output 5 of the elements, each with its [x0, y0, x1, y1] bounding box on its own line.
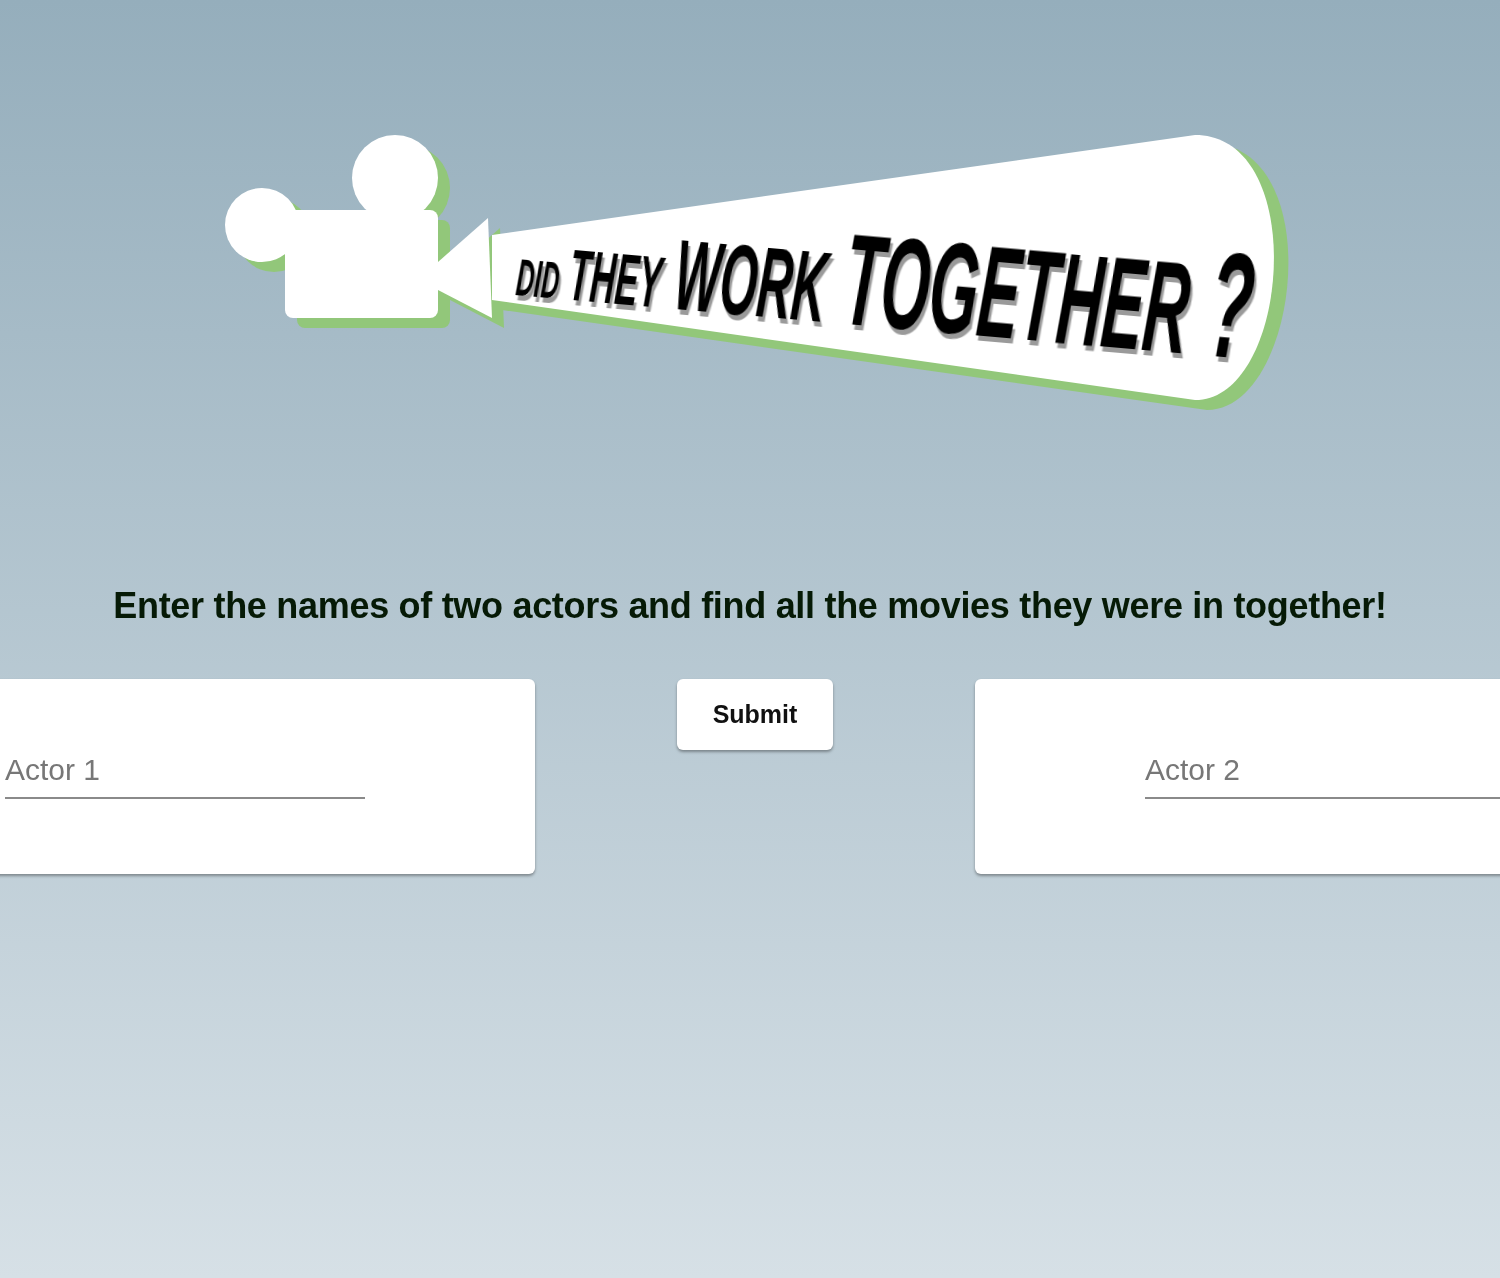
logo-title: DID THEY WORK TOGETHER ? — [514, 206, 1261, 391]
submit-button[interactable]: Submit — [677, 679, 833, 750]
actor-input-field[interactable]: Actor 2 — [1145, 749, 1500, 799]
actor-input-field[interactable]: Actor 1 — [5, 749, 365, 799]
tagline: Enter the names of two actors and find all the movies they were in together! — [113, 585, 1387, 627]
